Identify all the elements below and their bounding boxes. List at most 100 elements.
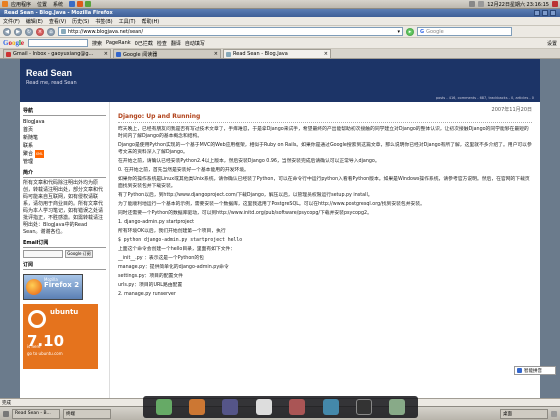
post-paragraph: 所有环境OK以后，我们开始创建第一个项目，执行 [118,229,226,234]
taskbar-window-firefox[interactable]: Read Sean - B... [12,408,60,419]
page-viewport: Read Sean Read me, read Sean posts - 416… [0,59,560,398]
menu-view[interactable]: 查看(V) [49,18,66,25]
post-file-item: settings.py：项目的配置文件 [118,274,183,279]
post-section-heading: 1. django-admin.py startproject [118,220,195,225]
url-dropdown-icon[interactable]: ▾ [397,29,400,35]
tab-close-icon[interactable]: × [324,51,328,57]
home-icon[interactable]: ⌂ [47,27,55,36]
dock-files-icon[interactable] [389,399,406,415]
sidebar-item-blogjava[interactable]: BlogJava [23,118,106,126]
google-toolbar-logo[interactable]: Google [3,39,24,47]
menu-history[interactable]: 历史(S) [72,18,89,25]
trash-icon[interactable] [551,410,557,417]
menu-tools[interactable]: 工具(T) [119,18,136,25]
maximize-icon[interactable] [542,10,548,16]
ime-indicator[interactable]: 智能拼音 [514,366,556,375]
autofill-button[interactable]: 自动填写 [185,40,205,47]
dock-chat-icon[interactable] [322,399,339,415]
taskbar-window-terminal[interactable]: 终端 [63,408,111,419]
power-icon[interactable] [552,1,558,7]
distro-logo-icon[interactable] [2,1,8,7]
sidebar-about-text: 所有文章和代码除注明出外均为原创，转载请注明出处，部分文章和代码可能来自互联网，… [23,180,104,235]
sidebar-item-new-post[interactable]: 新随笔 [23,134,106,142]
tab-read-sean[interactable]: Read Sean - Blog.Java × [223,49,331,58]
blog-title[interactable]: Read Sean [26,68,72,78]
blogjava-favicon-icon [226,51,231,57]
firefox-badge[interactable]: Mozilla Firefox 2 [23,274,83,300]
menu-bookmarks[interactable]: 书签(B) [95,18,112,25]
desktop-menu-applications[interactable]: 应用程序 [11,1,31,8]
terminal-launcher-icon[interactable] [85,1,92,7]
dock-terminal-icon[interactable] [222,399,239,415]
sidebar-about-heading: 简介 [23,169,106,178]
search-box[interactable]: G Google [417,27,512,36]
tab-gmail[interactable]: Gmail - Inbox - gaoyuxiang@g... × [3,49,111,58]
post-file-item: urls.py：项目的URL路由配置 [118,283,183,288]
dock-music-icon[interactable] [289,399,306,415]
translate-button[interactable]: 翻译 [171,40,181,47]
desktop-menu-places[interactable]: 位置 [37,1,47,8]
sidebar-item-feed[interactable]: 聚合 XML [23,150,106,158]
reader-favicon-icon [116,51,121,57]
navigation-toolbar: ◀ ▶ ↻ × ⌂ http://www.blogjava.net/sean/ … [0,26,560,38]
sidebar-nav-heading: 导航 [23,107,106,116]
spellcheck-button[interactable]: 检查 [157,40,167,47]
post-file-item: __init__.py ：表示这是一个Python的包 [118,256,204,261]
url-text[interactable]: http://www.blogjava.net/sean/ [68,29,395,35]
xml-icon: XML [34,150,44,158]
network-icon[interactable] [469,1,476,7]
status-text: 完成 [2,400,11,406]
search-engine-icon[interactable]: G [420,29,424,35]
go-icon[interactable]: ▸ [406,27,414,36]
tab-google-reader[interactable]: Google 阅读器 × [113,49,221,58]
mail-launcher-icon[interactable] [77,1,84,7]
post-paragraph: 在开始之前，请确认已经安装Python2.4以上版本，然后安装Django 0.… [118,159,380,164]
google-subscribe-button[interactable]: Google 订阅 [65,250,93,258]
ubuntu-logo-icon [28,310,46,328]
menu-edit[interactable]: 编辑(E) [26,18,43,25]
popup-blocked-button[interactable]: 0已拦截 [135,40,153,47]
dock-editor-icon[interactable] [255,399,272,415]
browser-launcher-icon[interactable] [69,1,76,7]
toolbar-settings-button[interactable]: 设置 [547,40,557,47]
minimize-icon[interactable] [534,10,540,16]
search-input[interactable]: Google [426,29,444,35]
dock-firefox-icon[interactable] [189,399,206,415]
google-search-button[interactable]: 搜索 [92,40,102,47]
sidebar-item-contact[interactable]: 联系 [23,142,106,150]
reload-icon[interactable]: ↻ [25,27,33,36]
ubuntu-badge[interactable]: ubuntu 7.10 is here go to ubuntu.com [23,304,98,369]
dock-settings-icon[interactable] [355,399,372,415]
tab-close-icon[interactable]: × [214,51,218,57]
url-bar[interactable]: http://www.blogjava.net/sean/ ▾ [58,27,403,36]
post-title[interactable]: Django: Up and Running [118,113,532,123]
clock[interactable]: 12月22日星期六 23:16:15 [487,1,549,8]
desktop-top-panel: 应用程序 位置 系统 12月22日星期六 23:16:15 [0,0,560,9]
google-toolbar-input[interactable] [28,39,89,47]
menu-help[interactable]: 帮助(H) [142,18,160,25]
blog-header: Read Sean Read me, read Sean posts - 416… [20,59,540,102]
dock-home-icon[interactable] [155,399,172,415]
desktop-menu-system[interactable]: 系统 [53,1,63,8]
post-paragraph: 昨天晚上，已经有朋友问我是否有写过技术文章了，手痒难忍，于是拿Django来试手… [118,127,529,139]
volume-icon[interactable] [478,1,485,7]
back-icon[interactable]: ◀ [3,27,11,36]
tab-close-icon[interactable]: × [104,51,108,57]
menu-file[interactable]: 文件(F) [3,18,20,25]
dock [143,396,418,418]
window-titlebar[interactable]: Read Sean - Blog.Java - Mozilla Firefox [0,9,560,17]
sidebar-item-admin[interactable]: 管理 [23,158,106,166]
sidebar-item-home[interactable]: 首页 [23,126,106,134]
blog-tagline: Read me, read Sean [26,80,77,86]
taskbar-workspace[interactable]: 桌面 [500,408,548,419]
post-file-item: manage.py：提供简单化的django-admin.py命令 [118,265,229,270]
close-icon[interactable] [550,10,556,16]
email-subscribe-input[interactable] [23,250,63,258]
firefox-logo-icon [26,279,42,295]
post-paragraph: 同时还需要一个Python的数据库驱动，可以到http://www.initd.… [118,211,372,216]
pagerank-button[interactable]: PageRank [106,40,131,46]
gmail-favicon-icon [6,51,11,57]
forward-icon[interactable]: ▶ [14,27,22,36]
stop-icon[interactable]: × [36,27,44,36]
show-desktop-icon[interactable] [3,410,9,417]
